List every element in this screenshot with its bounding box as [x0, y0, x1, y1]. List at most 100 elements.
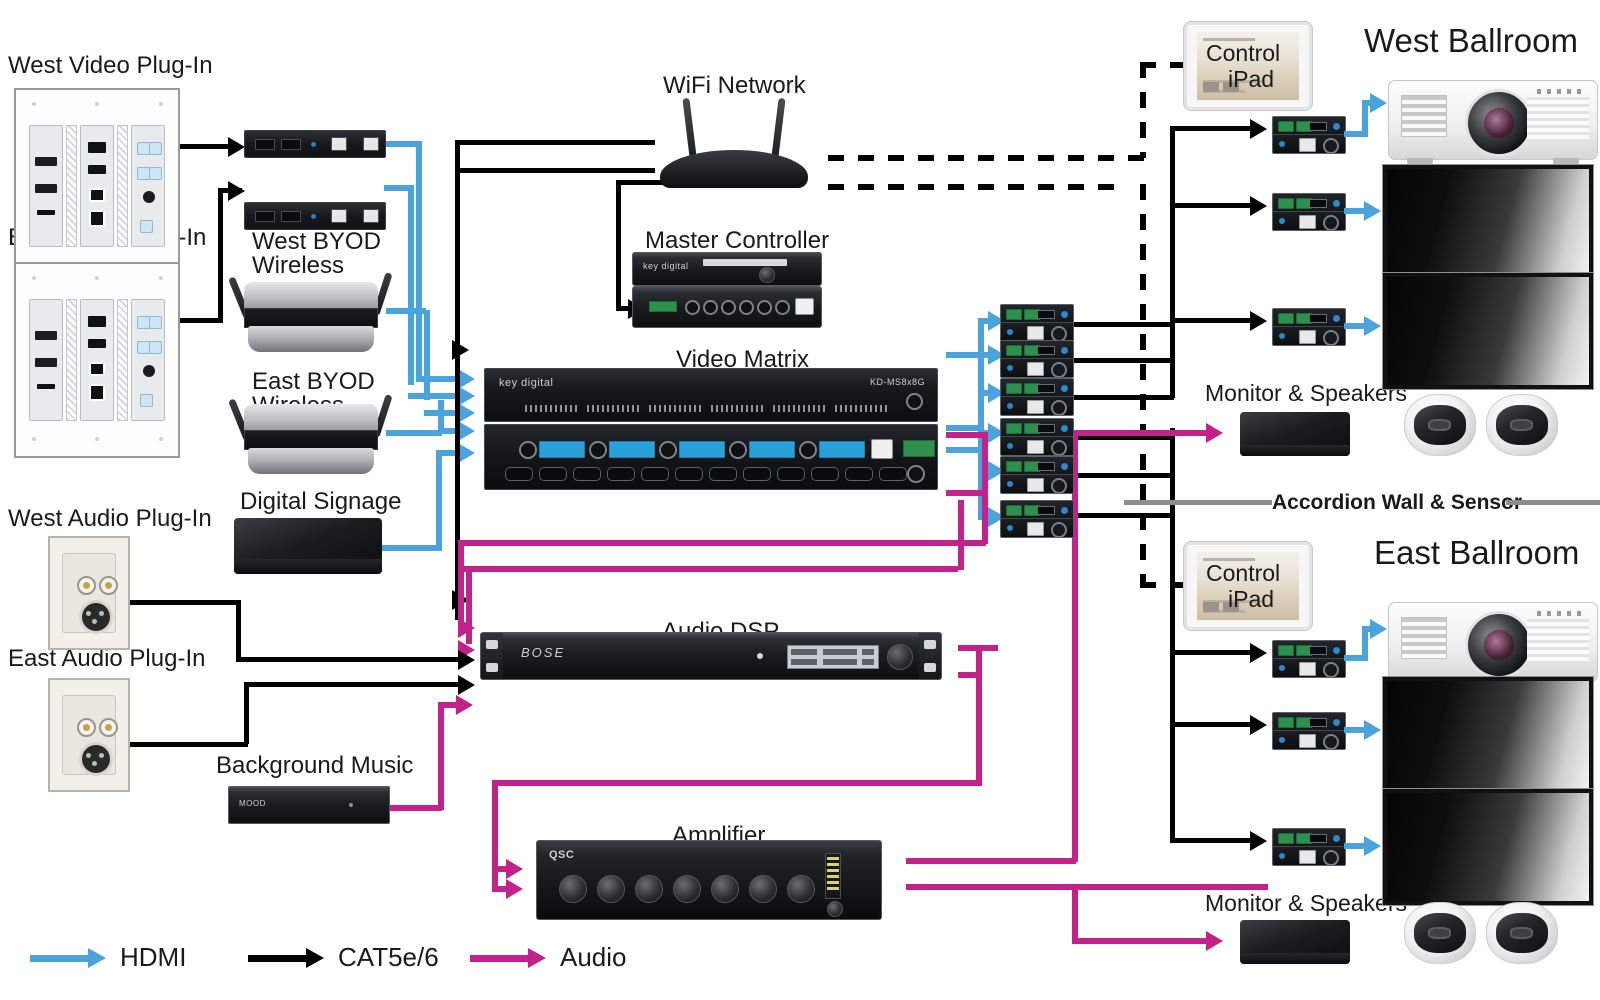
east-ceiling-speaker-1: [1404, 902, 1476, 964]
amplifier-unit[interactable]: QSC: [536, 840, 882, 920]
wire-east-audio-h1: [130, 742, 248, 747]
arrow-east-projector: [1370, 619, 1387, 639]
cat5-run-2: [1064, 358, 1174, 363]
wifi-dashed-link-west: [828, 155, 1146, 161]
arrow-dsp-in-3: [456, 695, 473, 715]
legend-label: Audio: [560, 942, 627, 972]
arrow-west-ext-3: [1250, 311, 1267, 331]
av-system-diagram: West Video Plug-In East Video Plug-In We…: [0, 0, 1600, 1000]
east-branch-2: [1170, 722, 1260, 727]
aud-east-monitor-v: [1072, 884, 1078, 942]
aud-dsp-amp-h: [492, 780, 982, 786]
label-master-controller: Master Controller: [645, 227, 830, 254]
east-video-plugin-plate[interactable]: [14, 262, 180, 458]
east-extender-projector[interactable]: [1272, 640, 1346, 678]
dsp-brand: BOSE: [521, 645, 566, 660]
wifi-router[interactable]: [660, 97, 808, 188]
legend-arrow-icon: [306, 948, 324, 968]
west-room-spine: [1170, 126, 1175, 398]
extender-bank-1[interactable]: [1000, 304, 1074, 342]
hdmi-bus-1: [416, 141, 422, 381]
legend-line-icon: [470, 955, 532, 962]
label-monitor-speakers-east: Monitor & Speakers: [1205, 890, 1407, 916]
bgm-brand: MOOD: [239, 799, 266, 808]
wire-west-byod-hdmi: [386, 308, 426, 314]
aud-mx-2: [946, 432, 988, 438]
west-branch-3: [1170, 318, 1260, 323]
legend-label: CAT5e/6: [338, 942, 439, 972]
wire-east-plugin-h1: [180, 318, 222, 323]
master-controller-top[interactable]: key digital: [632, 252, 822, 286]
east-ceiling-speaker-2: [1486, 902, 1558, 964]
cat5-run-1: [1064, 322, 1174, 327]
west-extender-projector[interactable]: [1272, 116, 1346, 154]
east-extender-display-2[interactable]: [1272, 828, 1346, 866]
digital-signage-player[interactable]: [234, 518, 382, 574]
wire-mx-out-c: [946, 447, 982, 453]
west-video-receiver[interactable]: [244, 130, 386, 158]
extender-bank-4[interactable]: [1000, 418, 1074, 456]
east-monitor-box: [1240, 920, 1350, 964]
aud-bgm-h: [386, 805, 442, 811]
arrow-west-ext-1: [1250, 119, 1267, 139]
east-projector: [1388, 602, 1598, 687]
wire-west-audio-v: [236, 600, 241, 660]
arrow-east-ext-3: [1250, 831, 1267, 851]
wifi-dashed-v-east: [1140, 184, 1146, 584]
extender-bank-6[interactable]: [1000, 500, 1074, 538]
east-byod-wireless[interactable]: [228, 390, 393, 482]
plate-keypad-column[interactable]: [131, 298, 166, 422]
wire-mx-out-a: [946, 352, 982, 358]
west-extender-display-1[interactable]: [1272, 193, 1346, 231]
aud-amp-out-1: [906, 858, 1076, 864]
arrow-west-monitor: [1206, 423, 1223, 443]
west-byod-wireless[interactable]: [228, 268, 393, 360]
west-extender-display-2[interactable]: [1272, 308, 1346, 346]
arrow-east-display-1: [1364, 720, 1381, 740]
control-ipad-east-label-1: Control: [1206, 560, 1281, 586]
arrow-east-ext-2: [1250, 715, 1267, 735]
video-matrix-bottom[interactable]: [484, 424, 938, 490]
west-audio-plugin-plate[interactable]: [48, 536, 130, 650]
plate-usb-column: [79, 124, 115, 248]
east-audio-plugin-plate[interactable]: [48, 678, 130, 792]
extender-bank-3[interactable]: [1000, 378, 1074, 416]
arrow-matrix-in-4: [458, 421, 475, 441]
east-video-receiver[interactable]: [244, 202, 386, 230]
master-controller-bottom[interactable]: [632, 286, 822, 328]
label-west-ballroom: West Ballroom: [1364, 22, 1578, 59]
background-music-player[interactable]: MOOD: [228, 786, 390, 824]
legend-arrow-icon: [88, 948, 106, 968]
arrow-amp-in-1: [506, 859, 523, 879]
amp-brand: QSC: [549, 849, 575, 861]
arrow-east-plugin: [228, 181, 245, 201]
extender-bank-5[interactable]: [1000, 456, 1074, 494]
plate-keypad-column[interactable]: [131, 124, 166, 248]
audio-dsp-unit[interactable]: BOSE: [480, 632, 942, 680]
west-monitor-box: [1240, 412, 1350, 456]
east-display-2: [1382, 788, 1594, 906]
hdmi-bus-5: [436, 452, 442, 548]
legend-arrow-icon: [528, 948, 546, 968]
west-video-plugin-plate[interactable]: [14, 88, 180, 284]
extender-bank-2[interactable]: [1000, 340, 1074, 378]
wifi-dashed-v-west: [1140, 62, 1146, 158]
arrow-dsp-east-audio: [458, 675, 475, 695]
label-wifi-network: WiFi Network: [663, 72, 806, 99]
west-display-2: [1382, 272, 1594, 390]
arrow-amp-in-2: [506, 879, 523, 899]
aud-west-monitor-h: [1072, 430, 1218, 436]
legend-line-icon: [248, 955, 310, 962]
arrow-west-display-2: [1364, 316, 1381, 336]
wire-east-byod-hdmi: [386, 430, 442, 436]
accordion-wall-line-right: [1506, 500, 1600, 505]
label-background-music: Background Music: [216, 752, 414, 779]
mc-brand: key digital: [643, 261, 689, 271]
video-matrix-top[interactable]: key digital KD-MS8x8G: [484, 368, 938, 422]
wire-wifi-mc-v: [616, 180, 621, 308]
aud-bgm-v: [438, 702, 444, 810]
aud-east-monitor-h: [1072, 938, 1218, 944]
east-extender-display-1[interactable]: [1272, 712, 1346, 750]
wire-east-plugin-v: [218, 188, 223, 323]
control-ipad-east-label-2: iPad: [1228, 586, 1275, 612]
